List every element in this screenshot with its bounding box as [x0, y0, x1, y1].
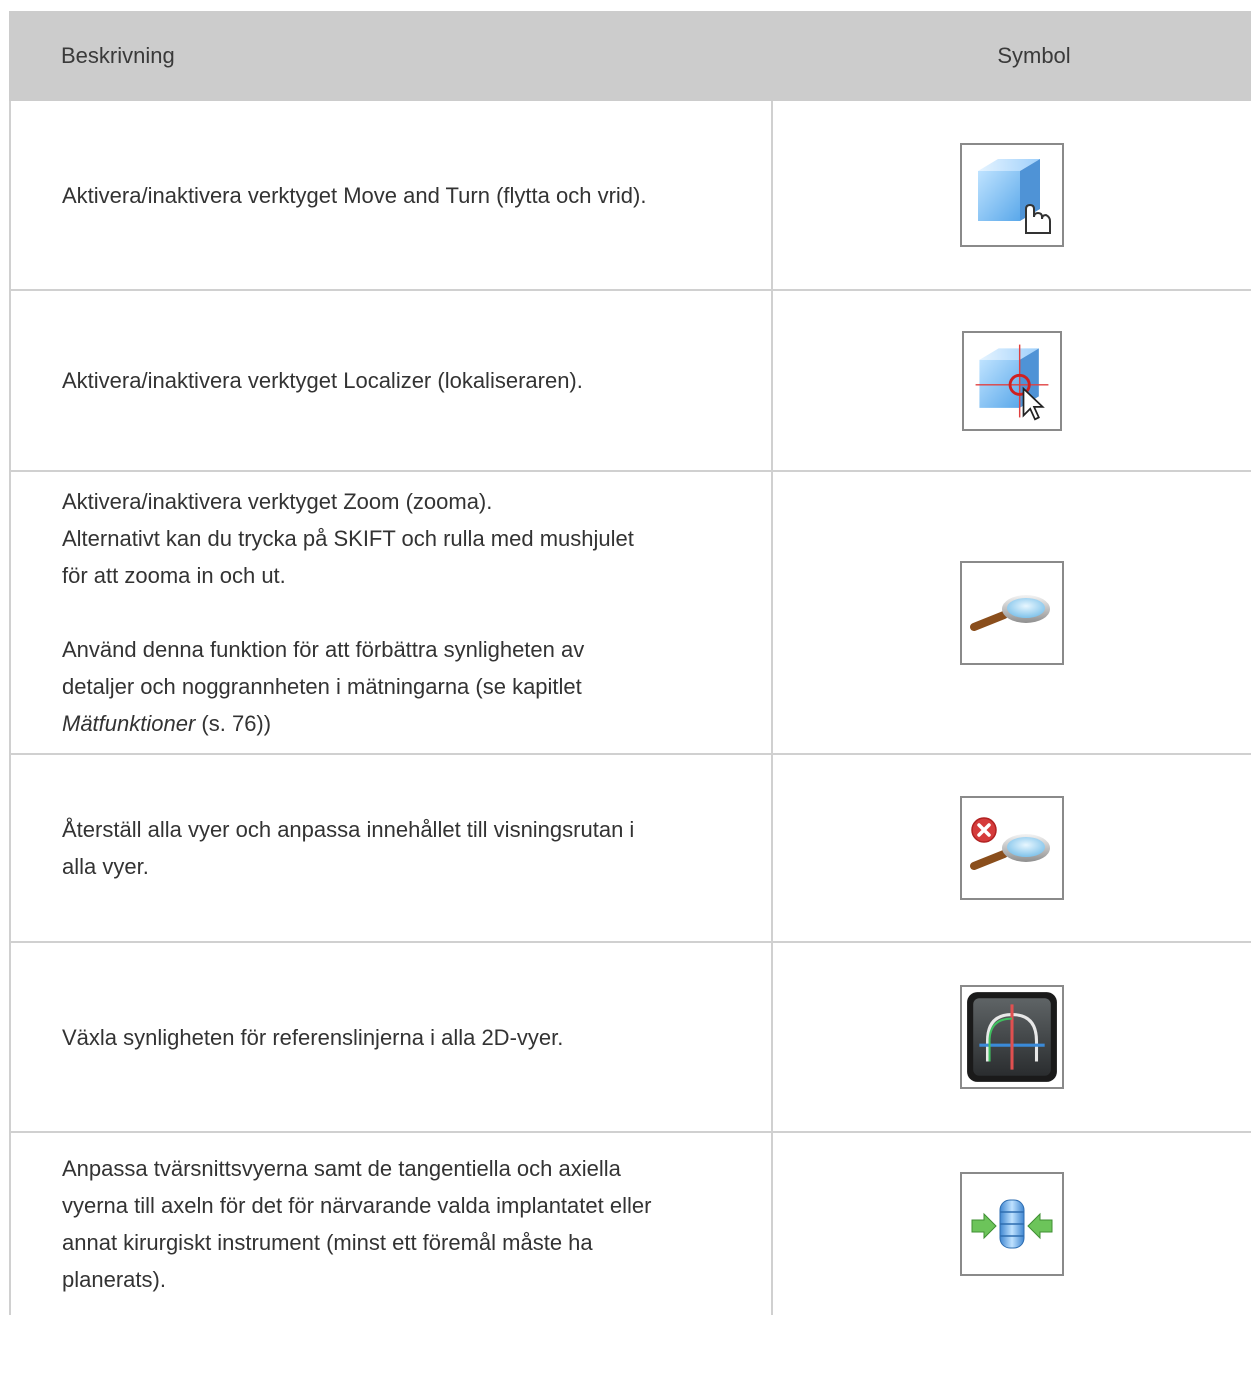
- description-line: detaljer och noggrannheten i mätningarna…: [62, 674, 582, 699]
- row-description: Aktivera/inaktivera verktyget Zoom (zoom…: [9, 472, 773, 753]
- description-line: vyerna till axeln för det för närvarande…: [62, 1193, 652, 1218]
- description-line: Använd denna funktion för att förbättra …: [62, 637, 585, 662]
- row-symbol: [773, 101, 1251, 289]
- row-symbol: [773, 943, 1251, 1131]
- row-symbol: [773, 472, 1251, 753]
- row-symbol: [773, 755, 1251, 941]
- description-text: Aktivera/inaktivera verktyget Move and T…: [62, 182, 647, 208]
- table-header: Beskrivning Symbol: [9, 11, 1251, 101]
- row-description: Aktivera/inaktivera verktyget Localizer …: [9, 291, 773, 470]
- description-line: för att zooma in och ut.: [62, 563, 286, 588]
- row-symbol: [773, 291, 1251, 470]
- description-line: Mätfunktioner (s. 76)): [62, 705, 751, 742]
- description-text: Aktivera/inaktivera verktyget Localizer …: [62, 368, 583, 393]
- chapter-link[interactable]: Mätfunktioner: [62, 711, 195, 736]
- row-description: Aktivera/inaktivera verktyget Move and T…: [9, 101, 773, 289]
- table-row: Aktivera/inaktivera verktyget Zoom (zoom…: [9, 472, 1251, 755]
- table-row: Aktivera/inaktivera verktyget Localizer …: [9, 291, 1251, 472]
- row-description: Växla synligheten för referenslinjerna i…: [9, 943, 773, 1131]
- table-row: Anpassa tvärsnittsvyerna samt de tangent…: [9, 1133, 1251, 1315]
- description-line: Återställ alla vyer och anpassa innehåll…: [62, 817, 635, 842]
- page-reference: (s. 76)): [195, 711, 272, 736]
- description-line: Alternativt kan du trycka på SKIFT och r…: [62, 526, 634, 551]
- description-line: alla vyer.: [62, 854, 149, 879]
- header-symbol: Symbol: [997, 43, 1071, 68]
- zoom-icon: [960, 560, 1064, 665]
- description-line: annat kirurgiskt instrument (minst ett f…: [62, 1230, 593, 1255]
- align-implant-axis-icon: [960, 1172, 1064, 1276]
- header-description: Beskrivning: [61, 43, 175, 68]
- description-line: planerats).: [62, 1267, 166, 1292]
- description-line: Anpassa tvärsnittsvyerna samt de tangent…: [62, 1156, 621, 1181]
- row-description: Återställ alla vyer och anpassa innehåll…: [9, 755, 773, 941]
- row-symbol: [773, 1133, 1251, 1315]
- table-row: Växla synligheten för referenslinjerna i…: [9, 943, 1251, 1133]
- table-row: Aktivera/inaktivera verktyget Move and T…: [9, 101, 1251, 291]
- symbol-table: Beskrivning Symbol Aktivera/inaktivera v…: [9, 11, 1251, 1315]
- localizer-icon: [962, 330, 1062, 431]
- row-description: Anpassa tvärsnittsvyerna samt de tangent…: [9, 1133, 773, 1315]
- reset-zoom-icon: [960, 796, 1064, 900]
- reference-lines-icon: [960, 985, 1064, 1089]
- description-text: Växla synligheten för referenslinjerna i…: [62, 1024, 564, 1050]
- table-row: Återställ alla vyer och anpassa innehåll…: [9, 755, 1251, 943]
- description-line: Aktivera/inaktivera verktyget Zoom (zoom…: [62, 489, 493, 514]
- move-turn-icon: [960, 143, 1064, 247]
